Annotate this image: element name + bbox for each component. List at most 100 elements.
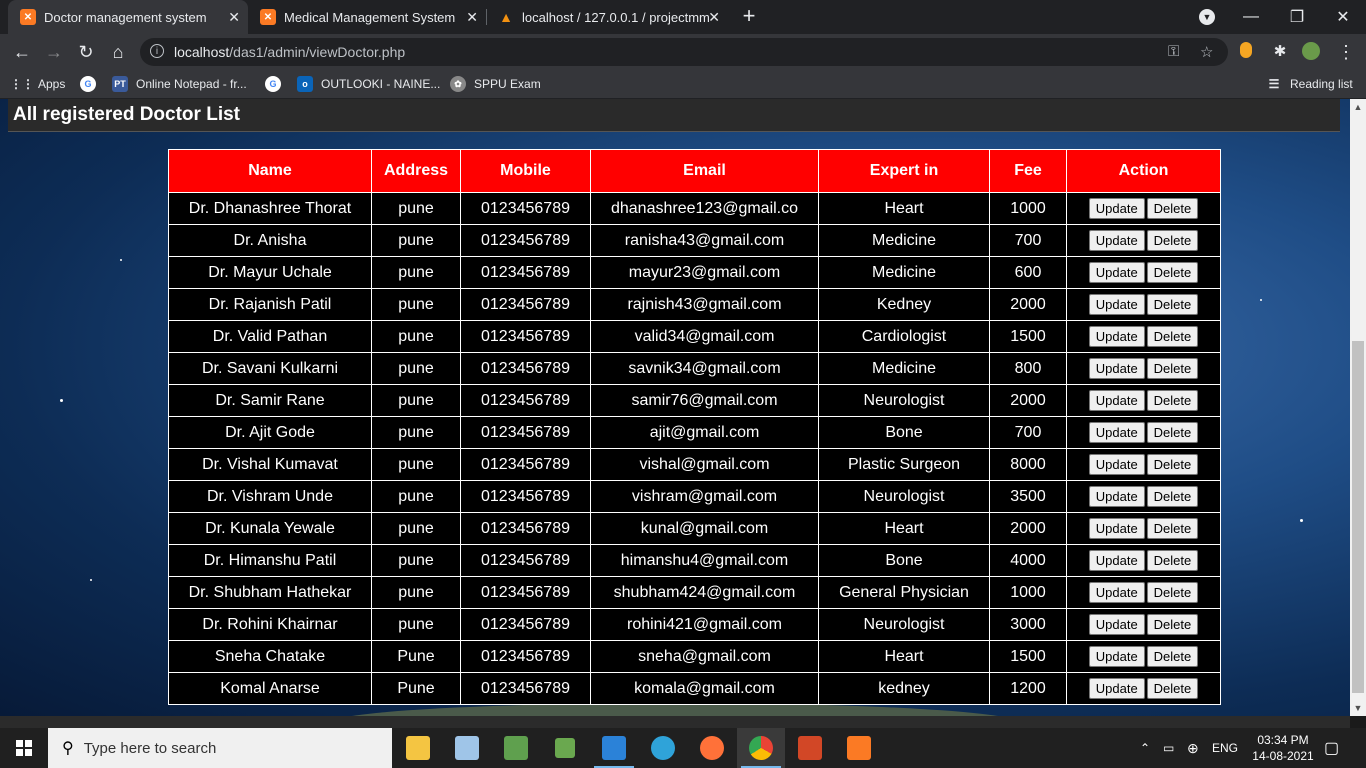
- bookmark-sppu[interactable]: ✿ SPPU Exam: [450, 75, 541, 93]
- delete-button[interactable]: Delete: [1146, 486, 1199, 507]
- mobile-cell: 0123456789: [460, 480, 591, 513]
- update-button[interactable]: Update: [1088, 358, 1145, 379]
- update-button[interactable]: Update: [1088, 486, 1145, 507]
- vscode-icon[interactable]: [590, 728, 638, 768]
- nodejs-icon[interactable]: [492, 728, 540, 768]
- reading-list-button[interactable]: ☰ Reading list: [1266, 75, 1353, 93]
- mobile-cell: 0123456789: [460, 288, 591, 321]
- doctor-name-cell: Dr. Anisha: [168, 224, 372, 257]
- bookmark-google-2[interactable]: G: [265, 75, 289, 93]
- file-explorer-icon[interactable]: [394, 728, 442, 768]
- delete-button[interactable]: Delete: [1146, 262, 1199, 283]
- update-button[interactable]: Update: [1088, 678, 1145, 699]
- tab-medical-management[interactable]: ✕ Medical Management System ✕: [248, 0, 486, 34]
- snipping-tool-icon[interactable]: [541, 728, 589, 768]
- delete-button[interactable]: Delete: [1146, 198, 1199, 219]
- address-cell: Pune: [371, 640, 461, 673]
- tab-phpmyadmin[interactable]: ▲ localhost / 127.0.0.1 / projectmm ✕: [488, 0, 728, 34]
- language-indicator[interactable]: ENG: [1212, 728, 1238, 768]
- xampp-favicon-icon: ✕: [260, 9, 276, 25]
- update-button[interactable]: Update: [1088, 582, 1145, 603]
- update-button[interactable]: Update: [1088, 550, 1145, 571]
- tab-search-icon[interactable]: ▼: [1199, 9, 1215, 25]
- bookmark-label: SPPU Exam: [474, 77, 541, 91]
- chrome-icon[interactable]: [737, 728, 785, 768]
- taskbar-clock[interactable]: 03:34 PM 14-08-2021: [1248, 732, 1318, 764]
- scroll-thumb[interactable]: [1352, 341, 1364, 693]
- home-icon[interactable]: ⌂: [106, 40, 130, 64]
- page-scrollbar[interactable]: ▲ ▼: [1350, 99, 1366, 716]
- update-button[interactable]: Update: [1088, 326, 1145, 347]
- update-button[interactable]: Update: [1088, 614, 1145, 635]
- delete-button[interactable]: Delete: [1146, 582, 1199, 603]
- doctor-name-cell: Dr. Shubham Hathekar: [168, 576, 372, 609]
- mobile-cell: 0123456789: [460, 544, 591, 577]
- minimize-icon[interactable]: —: [1228, 0, 1274, 34]
- bookmark-label: Apps: [38, 77, 66, 91]
- powerpoint-icon[interactable]: [786, 728, 834, 768]
- url-text[interactable]: localhost/das1/admin/viewDoctor.php: [174, 44, 405, 60]
- close-icon[interactable]: ✕: [708, 9, 720, 26]
- bookmark-apps[interactable]: ⋮⋮ Apps: [10, 75, 66, 93]
- show-hidden-icons-icon[interactable]: ⌃: [1140, 728, 1150, 768]
- notifications-icon[interactable]: ▢: [1324, 728, 1339, 768]
- new-tab-icon[interactable]: +: [738, 5, 760, 27]
- update-button[interactable]: Update: [1088, 646, 1145, 667]
- close-icon[interactable]: ✕: [466, 9, 478, 26]
- virtualbox-icon[interactable]: [443, 728, 491, 768]
- delete-button[interactable]: Delete: [1146, 390, 1199, 411]
- globe-icon[interactable]: ⊕: [1187, 728, 1199, 768]
- address-bar[interactable]: i localhost/das1/admin/viewDoctor.php ⚿ …: [140, 38, 1228, 66]
- update-button[interactable]: Update: [1088, 454, 1145, 475]
- network-icon[interactable]: ▭: [1163, 728, 1174, 768]
- update-button[interactable]: Update: [1088, 390, 1145, 411]
- email-cell: vishram@gmail.com: [590, 480, 819, 513]
- windows-start-icon[interactable]: [0, 728, 48, 768]
- delete-button[interactable]: Delete: [1146, 646, 1199, 667]
- xampp-icon[interactable]: [835, 728, 883, 768]
- edge-icon[interactable]: [639, 728, 687, 768]
- firefox-icon[interactable]: [688, 728, 736, 768]
- delete-button[interactable]: Delete: [1146, 614, 1199, 635]
- update-button[interactable]: Update: [1088, 230, 1145, 251]
- extension-icon[interactable]: [1240, 42, 1252, 58]
- site-info-icon[interactable]: i: [150, 44, 164, 58]
- page-footer-strip: [0, 716, 1350, 728]
- update-button[interactable]: Update: [1088, 262, 1145, 283]
- update-button[interactable]: Update: [1088, 422, 1145, 443]
- delete-button[interactable]: Delete: [1146, 550, 1199, 571]
- back-icon[interactable]: ←: [10, 40, 34, 64]
- action-cell: Update Delete: [1066, 480, 1221, 513]
- profile-avatar[interactable]: [1302, 42, 1320, 60]
- bookmark-outlook[interactable]: o OUTLOOKI - NAINE...: [297, 75, 440, 93]
- taskbar-search-box[interactable]: ⚲ Type here to search: [48, 728, 392, 768]
- delete-button[interactable]: Delete: [1146, 326, 1199, 347]
- delete-button[interactable]: Delete: [1146, 358, 1199, 379]
- window-close-icon[interactable]: ✕: [1320, 0, 1366, 34]
- scroll-down-icon[interactable]: ▼: [1350, 700, 1366, 716]
- delete-button[interactable]: Delete: [1146, 230, 1199, 251]
- update-button[interactable]: Update: [1088, 198, 1145, 219]
- bookmark-online-notepad[interactable]: PT Online Notepad - fr...: [112, 75, 247, 93]
- restore-icon[interactable]: ❐: [1274, 0, 1320, 34]
- extensions-puzzle-icon[interactable]: ✱: [1268, 40, 1292, 64]
- bookmark-google[interactable]: G: [80, 75, 104, 93]
- tab-doctor-management[interactable]: ✕ Doctor management system ✕: [8, 0, 248, 34]
- update-button[interactable]: Update: [1088, 294, 1145, 315]
- key-icon[interactable]: ⚿: [1168, 43, 1179, 60]
- expert-cell: General Physician: [818, 576, 990, 609]
- delete-button[interactable]: Delete: [1146, 294, 1199, 315]
- delete-button[interactable]: Delete: [1146, 454, 1199, 475]
- update-button[interactable]: Update: [1088, 518, 1145, 539]
- delete-button[interactable]: Delete: [1146, 518, 1199, 539]
- table-row: Dr. Dhanashree Thorat pune 0123456789 dhana…: [168, 192, 1221, 225]
- delete-button[interactable]: Delete: [1146, 678, 1199, 699]
- scroll-up-icon[interactable]: ▲: [1350, 99, 1366, 115]
- delete-button[interactable]: Delete: [1146, 422, 1199, 443]
- close-icon[interactable]: ✕: [228, 9, 240, 26]
- menu-icon[interactable]: ⋮: [1334, 40, 1358, 64]
- bookmark-star-icon[interactable]: ☆: [1200, 43, 1213, 61]
- reload-icon[interactable]: ↻: [74, 40, 98, 64]
- forward-icon[interactable]: →: [42, 40, 66, 64]
- fee-cell: 1200: [989, 672, 1067, 705]
